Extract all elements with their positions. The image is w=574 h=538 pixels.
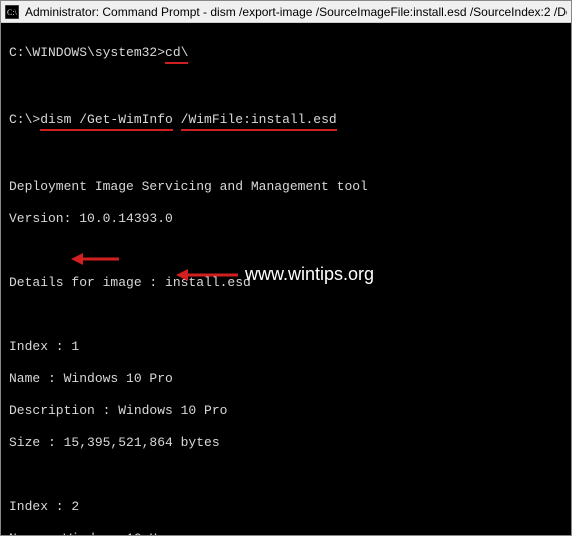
image-name: Name : Windows 10 Home: [9, 531, 563, 535]
tool-header: Deployment Image Servicing and Managemen…: [9, 179, 563, 195]
cmd-cd: cd\: [165, 45, 188, 64]
details-header: Details for image : install.esd: [9, 275, 563, 291]
prompt: C:\WINDOWS\system32>: [9, 45, 165, 60]
titlebar[interactable]: C:\ Administrator: Command Prompt - dism…: [1, 1, 571, 23]
image-index: Index : 1: [9, 339, 563, 355]
prompt: C:\>: [9, 112, 40, 127]
cmd-dism-part-b: /WimFile:install.esd: [181, 112, 337, 131]
window-title: Administrator: Command Prompt - dism /ex…: [25, 5, 567, 19]
image-index: Index : 2: [9, 499, 563, 515]
image-size: Size : 15,395,521,864 bytes: [9, 435, 563, 451]
svg-text:C:\: C:\: [7, 8, 18, 17]
tool-version: Version: 10.0.14393.0: [9, 211, 563, 227]
image-name: Name : Windows 10 Pro: [9, 371, 563, 387]
cmd-dism-part-a: dism /Get-WimInfo: [40, 112, 173, 131]
cmd-window: C:\ Administrator: Command Prompt - dism…: [0, 0, 572, 536]
cmd-icon: C:\: [5, 5, 19, 19]
terminal-output[interactable]: C:\WINDOWS\system32>cd\ C:\>dism /Get-Wi…: [1, 23, 571, 535]
image-desc: Description : Windows 10 Pro: [9, 403, 563, 419]
